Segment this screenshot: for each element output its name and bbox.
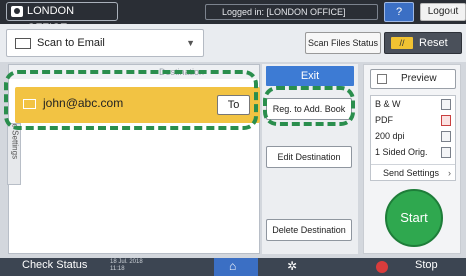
stop-button[interactable]: Stop xyxy=(372,258,466,276)
edit-destination-button[interactable]: Edit Destination xyxy=(266,146,352,168)
color-mode-value: B & W xyxy=(375,99,401,109)
home-button[interactable]: ⌂ xyxy=(214,258,258,276)
destination-address: john@abc.com xyxy=(43,96,124,110)
original-sides-icon xyxy=(441,147,451,158)
function-select-value: Scan to Email xyxy=(37,37,105,49)
user-office-indicator[interactable]: LONDON OFFICE xyxy=(6,2,118,34)
envelope-icon xyxy=(23,99,36,109)
chevron-down-icon: ▼ xyxy=(186,38,195,48)
exit-button[interactable]: Exit xyxy=(266,66,354,86)
home-icon: ⌂ xyxy=(229,259,237,273)
date-time: 18 Jul. 2018 11:18 xyxy=(110,259,143,273)
resolution-value: 200 dpi xyxy=(375,131,405,141)
delete-destination-button[interactable]: Delete Destination xyxy=(266,219,352,241)
color-mode-icon xyxy=(441,99,451,110)
resolution-icon xyxy=(441,131,451,142)
job-settings-panel: Preview B & W PDF 200 dpi 1 Sided Orig. … xyxy=(363,64,461,254)
date-label: 18 Jul. 2018 xyxy=(110,259,143,265)
gear-icon[interactable]: ✲ xyxy=(287,259,297,273)
reset-icon: // xyxy=(391,37,413,49)
settings-summary[interactable]: B & W PDF 200 dpi 1 Sided Orig. Send Set… xyxy=(370,95,456,181)
function-bar: Scan to Email ▼ Scan Files Status // Res… xyxy=(0,24,466,62)
reset-button[interactable]: // Reset xyxy=(384,32,462,54)
reset-label: Reset xyxy=(419,37,448,49)
send-settings-button[interactable]: Send Settings › xyxy=(371,164,455,180)
preview-toggle[interactable]: Preview xyxy=(370,69,456,89)
original-sides-value: 1 Sided Orig. xyxy=(375,147,428,157)
stop-icon xyxy=(376,261,388,273)
time-label: 11:18 xyxy=(110,266,125,272)
bottom-bar: Check Status 18 Jul. 2018 11:18 ⌂ ✲ Stop xyxy=(0,258,466,276)
checkbox-icon xyxy=(377,74,387,84)
send-settings-label: Send Settings xyxy=(383,168,440,178)
destination-actions: Exit Reg. to Add. Book Edit Destination … xyxy=(262,64,358,254)
settings-side-tab[interactable]: o Settings xyxy=(7,123,21,185)
preview-label: Preview xyxy=(401,73,437,84)
top-bar: LONDON OFFICE Logged in: [LONDON OFFICE]… xyxy=(0,0,466,34)
start-button[interactable]: Start xyxy=(385,189,443,247)
function-select[interactable]: Scan to Email ▼ xyxy=(6,29,204,57)
main-area: Destination john@abc.com To o Settings E… xyxy=(0,62,466,258)
energy-saver-icon[interactable]: ☾ xyxy=(449,4,460,18)
logged-in-status: Logged in: [LONDON OFFICE] xyxy=(205,4,378,20)
destination-header: Destination xyxy=(9,65,259,79)
reg-to-address-book-button[interactable]: Reg. to Add. Book xyxy=(266,98,352,120)
check-status-button[interactable]: Check Status xyxy=(22,259,87,271)
settings-side-tab-label: o Settings xyxy=(10,123,20,160)
scan-files-status-button[interactable]: Scan Files Status xyxy=(305,32,381,54)
file-type-value: PDF xyxy=(375,115,393,125)
destination-panel: Destination john@abc.com To o Settings xyxy=(7,64,260,254)
user-icon xyxy=(11,6,23,17)
pdf-icon xyxy=(441,115,451,126)
to-button[interactable]: To xyxy=(217,95,250,115)
destination-entry[interactable]: john@abc.com To xyxy=(15,87,260,123)
chevron-right-icon: › xyxy=(448,168,451,178)
envelope-icon xyxy=(15,38,31,49)
stop-label: Stop xyxy=(415,259,438,271)
help-button[interactable]: ? xyxy=(384,2,414,22)
